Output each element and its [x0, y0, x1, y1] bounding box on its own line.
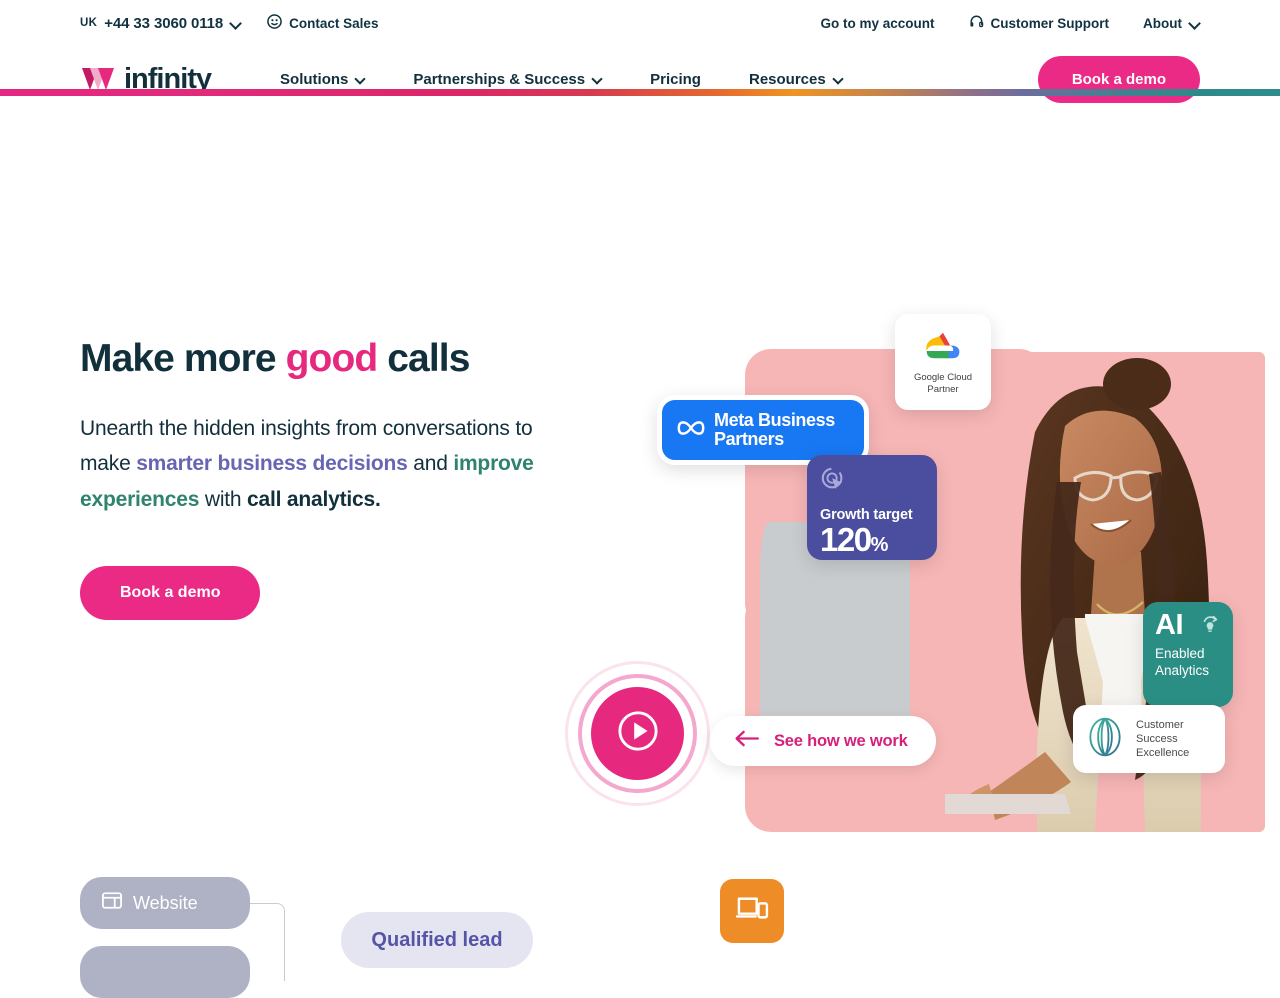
utility-bar-right: Go to my account Customer Support About	[820, 14, 1200, 32]
play-icon	[617, 710, 659, 757]
nav-links: Solutions Partnerships & Success Pricing…	[256, 71, 867, 88]
phone-selector[interactable]: UK +44 33 3060 0118	[80, 15, 241, 32]
cse-line2: Success	[1136, 732, 1178, 745]
chevron-down-icon	[1189, 18, 1200, 29]
badge-google-cloud-partner: Google Cloud Partner	[895, 314, 991, 410]
growth-target-value: 120%	[820, 521, 924, 558]
meta-infinity-icon	[676, 418, 706, 443]
ai-badge-title: AI	[1155, 609, 1184, 641]
hero-book-a-demo-button[interactable]: Book a demo	[80, 565, 261, 620]
ai-line1: Enabled	[1155, 646, 1205, 661]
see-how-we-work-button[interactable]: See how we work	[710, 716, 936, 766]
video-play-button[interactable]	[565, 661, 710, 806]
gcp-line2: Partner	[927, 383, 959, 395]
nav-item-pricing-label: Pricing	[650, 70, 701, 88]
customer-success-excellence-label: Customer Success Excellence	[1136, 718, 1189, 760]
about-label: About	[1143, 15, 1182, 31]
hero-title: Make more good calls	[80, 337, 560, 381]
flow-chip-secondary[interactable]	[80, 946, 250, 998]
target-cursor-icon	[820, 467, 846, 496]
meta-line1: Meta Business	[714, 409, 835, 430]
hero-title-part2: calls	[377, 337, 470, 380]
country-code-label: UK	[80, 17, 98, 29]
arrow-left-icon	[734, 730, 759, 752]
growth-number: 120	[820, 521, 872, 558]
devices-icon	[735, 895, 769, 928]
gcp-line1: Google Cloud	[913, 371, 973, 383]
utility-bar-left: UK +44 33 3060 0118 Contact Sales	[80, 14, 378, 32]
hero-title-part1: Make more	[80, 337, 286, 380]
nav-item-resources-label: Resources	[748, 70, 826, 88]
nav-item-solutions-label: Solutions	[280, 70, 349, 88]
nav-item-partnerships-success[interactable]: Partnerships & Success	[389, 71, 626, 88]
customer-success-globe-icon	[1083, 715, 1127, 764]
hero-copy: Make more good calls Unearth the hidden …	[80, 337, 560, 620]
customer-support-link[interactable]: Customer Support	[969, 14, 1110, 32]
hero-sub-part2: and	[407, 452, 454, 476]
badge-ai-enabled-analytics: AI Enabled Analytics	[1143, 602, 1233, 707]
google-cloud-icon	[923, 329, 963, 367]
main-navigation: infinity Solutions Partnerships & Succes…	[0, 46, 1280, 112]
go-to-my-account-link[interactable]: Go to my account	[820, 16, 934, 31]
devices-icon-tile	[720, 879, 784, 943]
headset-support-icon	[969, 14, 984, 32]
hero-sub-bold: call analytics.	[247, 488, 381, 512]
growth-unit: %	[870, 534, 889, 556]
contact-sales-link[interactable]: Contact Sales	[267, 14, 378, 32]
google-cloud-partner-label: Google Cloud Partner	[914, 372, 972, 396]
chevron-down-icon	[834, 75, 843, 84]
phone-number: +44 33 3060 0118	[104, 14, 224, 32]
ai-line2: Analytics	[1155, 662, 1210, 678]
badge-growth-target: Growth target 120%	[807, 455, 937, 560]
cse-line1: Customer	[1136, 718, 1184, 731]
chevron-down-icon	[230, 18, 241, 29]
chevron-down-icon	[356, 75, 365, 84]
flow-connector-line	[250, 903, 285, 981]
about-menu[interactable]: About	[1143, 16, 1200, 31]
go-to-my-account-label: Go to my account	[820, 15, 935, 31]
utility-bar: UK +44 33 3060 0118 Contact Sales Go to …	[0, 0, 1280, 46]
hero-title-highlight: good	[285, 337, 379, 380]
nav-item-solutions[interactable]: Solutions	[256, 71, 389, 88]
meta-business-partners-label: Meta Business Partners	[714, 409, 835, 450]
chevron-down-icon	[593, 75, 602, 84]
contact-person-icon	[267, 14, 282, 32]
ai-badge-subtitle: Enabled Analytics	[1155, 646, 1221, 680]
cse-line3: Excellence	[1136, 747, 1190, 760]
flow-diagram-section: Website Qualified lead	[0, 860, 1280, 998]
hero-visual: Google Cloud Partner Meta Business Partn…	[565, 292, 1265, 852]
laptop-illustration	[750, 522, 930, 822]
nav-item-partnerships-success-label: Partnerships & Success	[413, 70, 586, 88]
nav-item-resources[interactable]: Resources	[725, 71, 867, 88]
nav-item-pricing[interactable]: Pricing	[626, 71, 725, 88]
meta-line2: Partners	[714, 429, 784, 449]
hero-sub-highlight-purple: smarter business decisions	[136, 452, 408, 476]
decorative-gradient-rule	[0, 89, 1280, 96]
see-how-we-work-label: See how we work	[774, 731, 908, 750]
flow-chip-qualified-lead-label: Qualified lead	[371, 928, 503, 951]
hero-subtitle: Unearth the hidden insights from convers…	[80, 411, 540, 518]
badge-customer-success-excellence: Customer Success Excellence	[1073, 705, 1225, 773]
contact-sales-label: Contact Sales	[289, 15, 379, 31]
hero-sub-part3: with	[199, 488, 248, 512]
flow-chip-website[interactable]: Website	[80, 877, 250, 929]
customer-support-label: Customer Support	[990, 15, 1110, 31]
ai-lightbulb-icon	[1199, 614, 1221, 641]
hero-section: Make more good calls Unearth the hidden …	[0, 112, 1280, 832]
web-layout-icon	[102, 892, 122, 914]
flow-chip-website-label: Website	[133, 892, 198, 913]
play-circle[interactable]	[591, 687, 684, 780]
